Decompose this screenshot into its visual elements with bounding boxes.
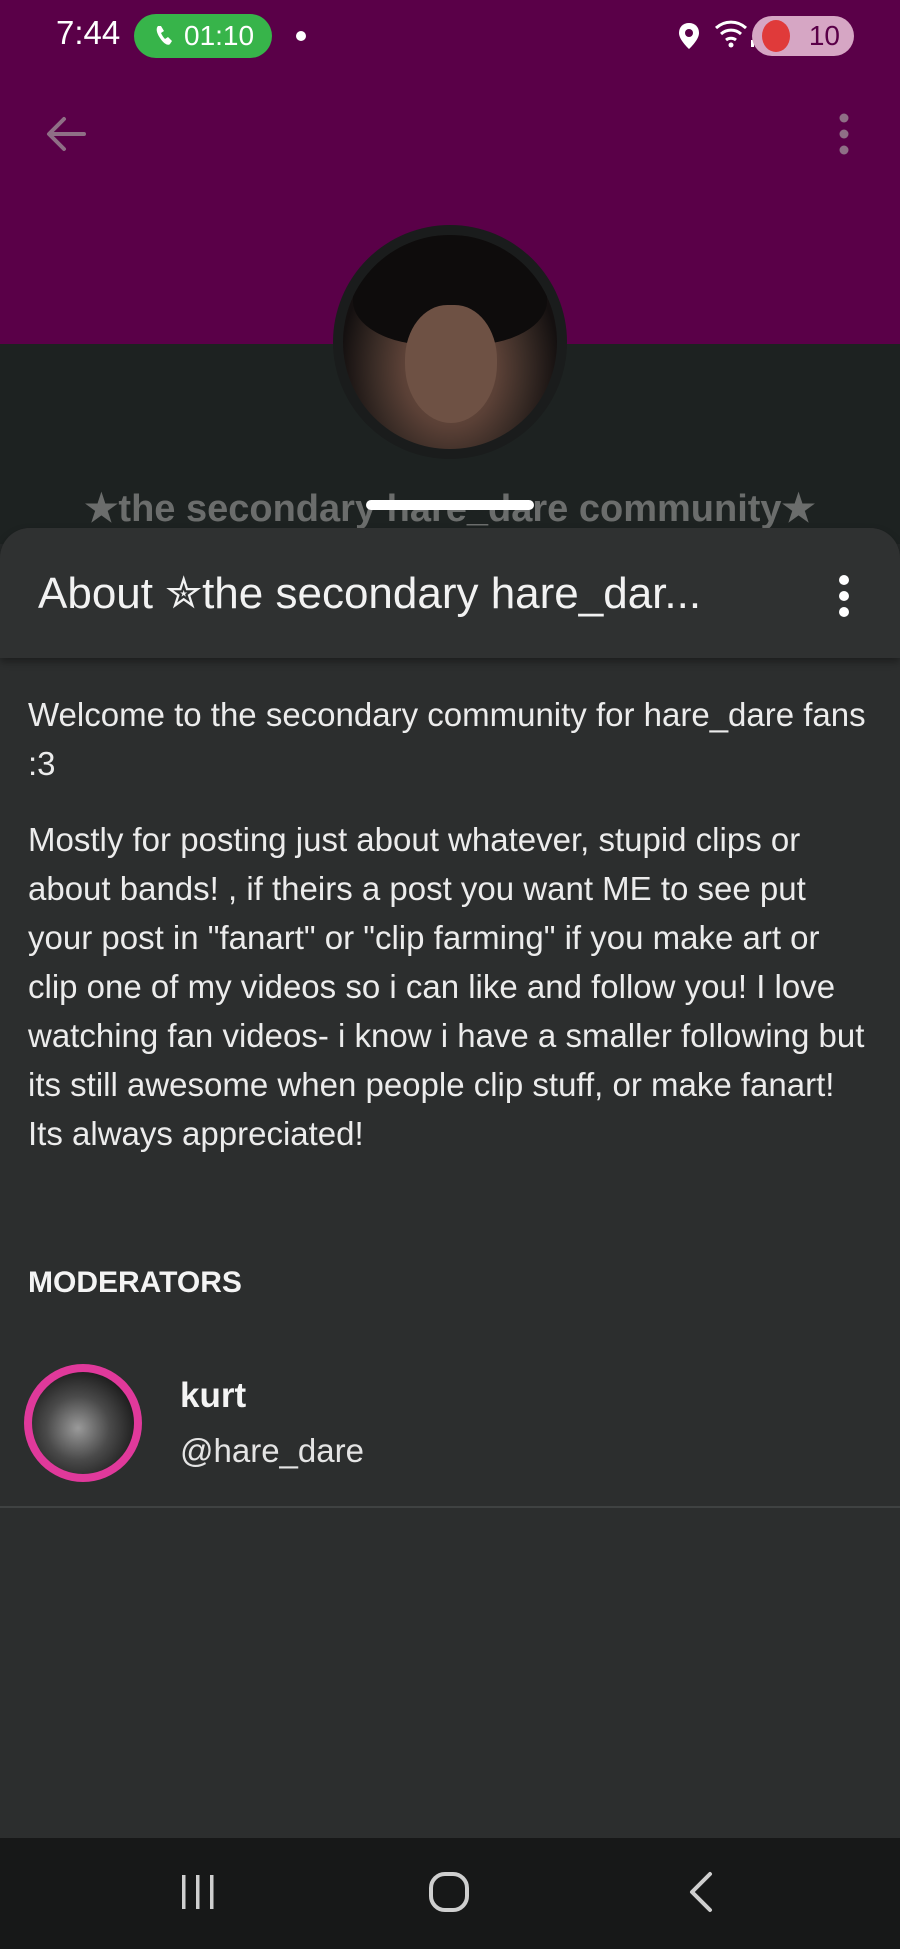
community-avatar[interactable]: [343, 235, 557, 449]
wifi-icon: [714, 18, 748, 53]
arrow-left-icon[interactable]: [44, 112, 88, 156]
notification-dot-icon: [296, 31, 306, 41]
divider: [0, 1506, 900, 1508]
more-vertical-icon[interactable]: [832, 572, 856, 620]
moderator-name[interactable]: kurt: [180, 1376, 246, 1416]
phone-icon: [152, 14, 178, 71]
battery-saver-icon: [762, 20, 790, 52]
moderator-avatar[interactable]: [32, 1372, 134, 1474]
moderators-heading: MODERATORS: [28, 1266, 242, 1299]
more-vertical-icon[interactable]: [832, 110, 856, 158]
moderator-handle[interactable]: @hare_dare: [180, 1432, 364, 1470]
sheet-title: About ✮the secondary hare_dar...: [38, 569, 702, 618]
welcome-text: Welcome to the secondary community for h…: [28, 696, 866, 782]
location-icon: [678, 22, 700, 55]
home-icon[interactable]: [428, 1871, 470, 1913]
community-description: Mostly for posting just about whatever, …: [28, 821, 865, 1152]
battery-indicator: 10: [752, 16, 854, 56]
call-indicator[interactable]: 01:10: [134, 14, 272, 58]
recent-apps-icon[interactable]: [178, 1872, 218, 1912]
chevron-left-icon[interactable]: [686, 1870, 716, 1914]
avatar-face: [405, 305, 497, 423]
call-duration: 01:10: [184, 20, 255, 51]
battery-level: 10: [808, 20, 840, 51]
status-time: 7:44: [56, 14, 121, 51]
sheet-drag-handle[interactable]: [366, 500, 534, 510]
